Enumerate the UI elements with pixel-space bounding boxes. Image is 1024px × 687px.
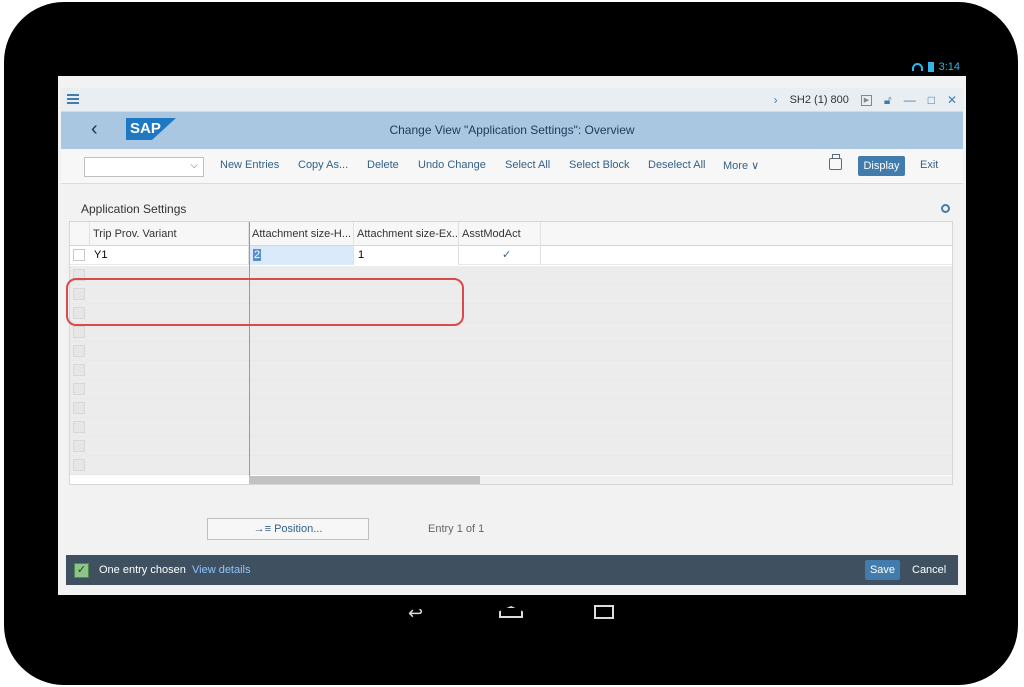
deselect-all-button[interactable]: Deselect All [648, 159, 705, 171]
table-row [70, 399, 952, 418]
column-header-asst-mod-act[interactable]: AsstModAct [459, 222, 541, 246]
data-table: Trip Prov. Variant Attachment size-H... … [69, 221, 953, 485]
table-row [70, 456, 952, 475]
row-selector[interactable] [73, 440, 85, 452]
more-button[interactable]: More ∨ [723, 159, 759, 172]
back-icon[interactable]: ‹ [91, 119, 98, 139]
command-select[interactable]: ⌵ [84, 157, 204, 177]
row-selector[interactable] [73, 459, 85, 471]
column-header-size-ex[interactable]: Attachment size-Ex... [354, 222, 459, 246]
size-ex-input[interactable]: 1 [354, 246, 459, 265]
select-block-button[interactable]: Select Block [569, 159, 630, 171]
table-row [70, 342, 952, 361]
table-row [70, 380, 952, 399]
delete-button[interactable]: Delete [367, 159, 399, 171]
table-header: Trip Prov. Variant Attachment size-H... … [70, 222, 952, 246]
row-selector[interactable] [73, 364, 85, 376]
copy-as-button[interactable]: Copy As... [298, 159, 348, 171]
select-all-button[interactable]: Select All [505, 159, 550, 171]
success-icon: ✓ [74, 563, 89, 578]
status-message: One entry chosen [99, 564, 186, 576]
display-button[interactable]: Display [858, 156, 905, 176]
position-icon: →≡ [253, 523, 272, 535]
view-details-link[interactable]: View details [192, 564, 251, 576]
section-title: Application Settings [81, 202, 187, 216]
shell-header: Change View "Application Settings": Over… [61, 112, 963, 149]
settings-icon[interactable] [941, 204, 950, 213]
main-content: Application Settings Trip Prov. Variant … [61, 184, 963, 555]
new-entries-button[interactable]: New Entries [220, 159, 279, 171]
table-row [70, 437, 952, 456]
tablet-screen: 3:14 › SH2 (1) 800 ▶ 🔓︎ — □ ✕ Change Vie… [58, 58, 966, 630]
battery-icon [927, 62, 934, 72]
nav-back-icon[interactable]: ↩ [408, 603, 423, 624]
maximize-icon[interactable]: □ [928, 93, 935, 107]
wifi-icon [911, 63, 923, 71]
row-selector[interactable] [73, 421, 85, 433]
entry-count: Entry 1 of 1 [428, 523, 485, 535]
undo-change-button[interactable]: Undo Change [418, 159, 486, 171]
menu-icon[interactable] [67, 94, 79, 104]
column-header-size-h[interactable]: Attachment size-H... [249, 222, 354, 246]
system-info: SH2 (1) 800 [789, 94, 849, 106]
row-selector[interactable] [73, 249, 85, 261]
row-selector[interactable] [73, 345, 85, 357]
row-selector[interactable] [73, 326, 85, 338]
cancel-button[interactable]: Cancel [912, 564, 946, 576]
window-controls: › SH2 (1) 800 ▶ 🔓︎ — □ ✕ [774, 88, 957, 112]
checkmark-icon[interactable]: ✓ [502, 248, 511, 261]
frozen-column-divider [249, 222, 250, 484]
table-row: Y1 2 1 ✓ [70, 246, 952, 265]
android-nav-bar: ↩ [58, 595, 966, 630]
chevron-down-icon: ⌵ [190, 160, 198, 171]
print-icon[interactable] [829, 154, 842, 170]
clock: 3:14 [938, 61, 960, 73]
scrollbar-thumb[interactable] [249, 476, 480, 484]
row-selector[interactable] [73, 383, 85, 395]
minimize-icon[interactable]: — [904, 93, 916, 107]
position-button[interactable]: →≡ Position... [207, 518, 369, 540]
lock-icon[interactable]: 🔓︎ [884, 93, 892, 108]
column-header-variant[interactable]: Trip Prov. Variant [90, 222, 249, 246]
table-row [70, 418, 952, 437]
nav-home-icon[interactable] [499, 606, 523, 618]
table-row [70, 361, 952, 380]
exit-button[interactable]: Exit [920, 159, 938, 171]
play-icon[interactable]: ▶ [860, 94, 872, 106]
header-selector[interactable] [70, 222, 90, 246]
cell-variant: Y1 [90, 246, 249, 265]
chevron-right-icon[interactable]: › [774, 93, 778, 107]
android-status-bar: 3:14 [58, 58, 966, 76]
cell-asst-mod-act[interactable] [459, 246, 541, 265]
chevron-down-icon: ∨ [751, 160, 760, 172]
nav-recent-icon[interactable] [594, 605, 614, 619]
size-h-input[interactable]: 2 [249, 246, 354, 265]
close-icon[interactable]: ✕ [947, 93, 957, 107]
toolbar: ⌵ New Entries Copy As... Delete Undo Cha… [61, 149, 963, 184]
row-selector[interactable] [73, 402, 85, 414]
annotation-highlight [66, 278, 464, 326]
save-button[interactable]: Save [865, 560, 900, 580]
window-title-bar: › SH2 (1) 800 ▶ 🔓︎ — □ ✕ [61, 88, 963, 112]
footer-bar: ✓ One entry chosen View details Save Can… [66, 555, 958, 585]
page-title: Change View "Application Settings": Over… [389, 123, 635, 137]
